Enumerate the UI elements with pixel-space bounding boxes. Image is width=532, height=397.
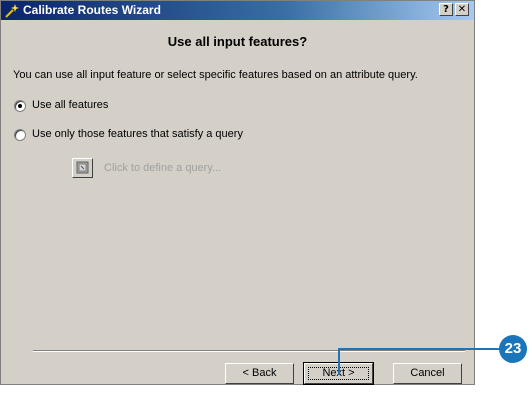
query-builder-icon: [76, 161, 89, 174]
callout-line-vertical: [338, 348, 340, 375]
callout-line-horizontal: [338, 348, 500, 350]
define-query-label: Click to define a query...: [104, 162, 222, 174]
page-description: You can use all input feature or select …: [13, 69, 418, 81]
wizard-icon: [4, 3, 20, 18]
cancel-button[interactable]: Cancel: [393, 363, 462, 384]
wizard-dialog: Calibrate Routes Wizard ? ✕ Use all inpu…: [0, 0, 475, 385]
button-separator: [33, 350, 465, 352]
define-query-button[interactable]: [72, 158, 93, 178]
help-button[interactable]: ?: [439, 3, 453, 16]
close-button[interactable]: ✕: [455, 3, 469, 16]
radio-label[interactable]: Use all features: [32, 99, 108, 111]
radio-button[interactable]: [14, 100, 26, 112]
back-button[interactable]: < Back: [225, 363, 294, 384]
title-bar: Calibrate Routes Wizard ? ✕: [1, 1, 474, 20]
radio-label[interactable]: Use only those features that satisfy a q…: [32, 128, 243, 140]
window-title: Calibrate Routes Wizard: [23, 3, 161, 17]
callout-step-number: 23: [499, 335, 527, 363]
radio-button[interactable]: [14, 129, 26, 141]
page-heading: Use all input features?: [167, 34, 308, 49]
